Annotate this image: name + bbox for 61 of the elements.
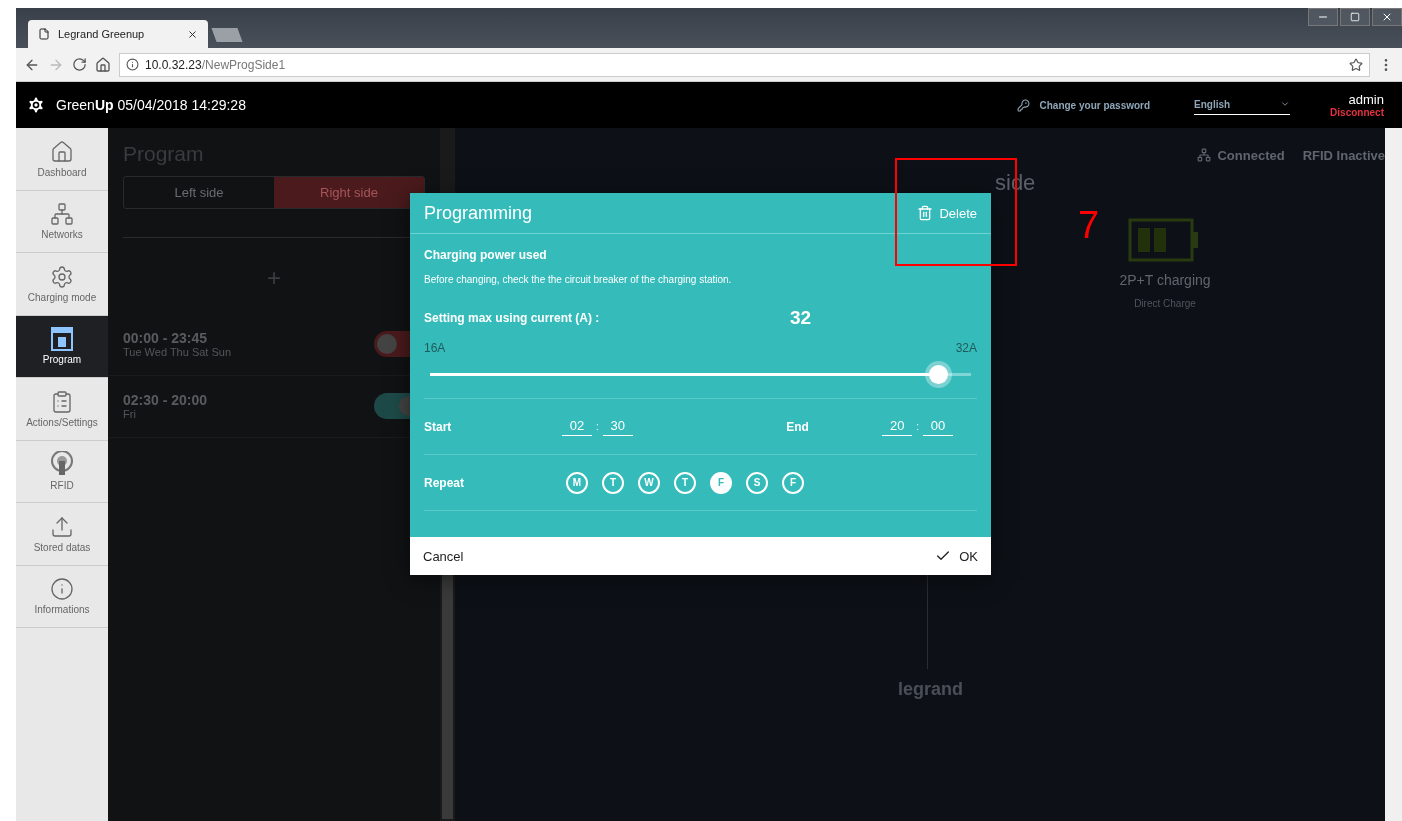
info-icon <box>126 58 139 71</box>
time-separator: : <box>916 421 919 432</box>
repeat-label: Repeat <box>424 475 465 490</box>
gear-icon[interactable] <box>26 95 46 115</box>
network-status: Connected <box>1197 147 1285 163</box>
program-time: 02:30 - 20:00 <box>123 391 209 408</box>
network-icon <box>50 202 74 227</box>
home-icon[interactable] <box>95 56 111 73</box>
time-separator: : <box>596 421 599 432</box>
start-label: Start <box>424 419 453 434</box>
reload-icon[interactable] <box>72 57 87 72</box>
logo-text: legrand <box>898 679 963 700</box>
gear-icon <box>50 264 74 289</box>
slider-max: 32A <box>955 341 977 355</box>
page-icon <box>38 28 50 40</box>
info-icon <box>50 577 74 602</box>
program-days: Fri <box>123 407 374 420</box>
charging-mode: 2P+T charging <box>1119 272 1211 288</box>
bookmark-star-icon[interactable] <box>1349 57 1363 72</box>
dialog-title: Programming <box>424 202 533 224</box>
clipboard-icon <box>50 389 74 414</box>
side-tab[interactable]: Left side <box>124 177 274 208</box>
app-title: GreenUp 05/04/2018 14:29:28 <box>56 97 247 113</box>
address-bar[interactable]: 10.0.32.23/NewProgSide1 <box>119 52 1370 77</box>
cancel-button[interactable]: Cancel <box>423 548 464 564</box>
change-password-link[interactable]: Change your password <box>1039 99 1151 111</box>
scrollbar[interactable] <box>1385 128 1402 821</box>
program-time: 00:00 - 23:45 <box>123 329 209 346</box>
maximize-icon <box>1350 12 1360 22</box>
calendar-icon <box>51 327 73 352</box>
close-button[interactable] <box>1372 8 1402 26</box>
sidebar-item[interactable]: Program <box>16 315 108 378</box>
key-icon <box>1016 98 1030 112</box>
disconnect-link[interactable]: Disconnect <box>1330 107 1384 118</box>
section-title: Charging power used <box>424 248 548 262</box>
url-text: 10.0.32.23/NewProgSide1 <box>145 57 286 72</box>
chevron-down-icon <box>1280 99 1291 109</box>
end-label: End <box>786 419 810 434</box>
side-tab[interactable]: Right side <box>274 177 424 208</box>
language-select[interactable]: English <box>1194 95 1291 115</box>
home-icon <box>50 139 74 164</box>
ok-button[interactable]: OK <box>935 548 978 564</box>
setting-label: Setting max using current (A) : <box>424 311 601 325</box>
user-name: admin <box>1348 92 1384 107</box>
close-icon[interactable] <box>187 28 198 40</box>
browser-tab[interactable]: Legrand Greenup <box>28 20 208 48</box>
note-text: Before changing, check the the circuit breaker of the charging station. <box>424 274 733 285</box>
charging-mode-detail: Direct Charge <box>1134 298 1196 309</box>
network-icon <box>1197 148 1212 162</box>
close-icon <box>1381 11 1393 23</box>
annotation-number: 7 <box>1078 204 1100 247</box>
current-value: 32 <box>790 307 812 329</box>
maximize-button[interactable] <box>1340 8 1370 26</box>
slider-thumb[interactable] <box>928 365 948 384</box>
program-days: Tue Wed Thu Sat Sun <box>123 345 374 358</box>
new-tab-button[interactable] <box>211 28 243 42</box>
slider-min: 16A <box>424 341 446 355</box>
rfid-status: RFID Inactive <box>1302 147 1385 163</box>
rfid-icon <box>50 451 74 478</box>
minimize-button[interactable] <box>1308 8 1338 26</box>
trash-icon <box>917 205 934 221</box>
